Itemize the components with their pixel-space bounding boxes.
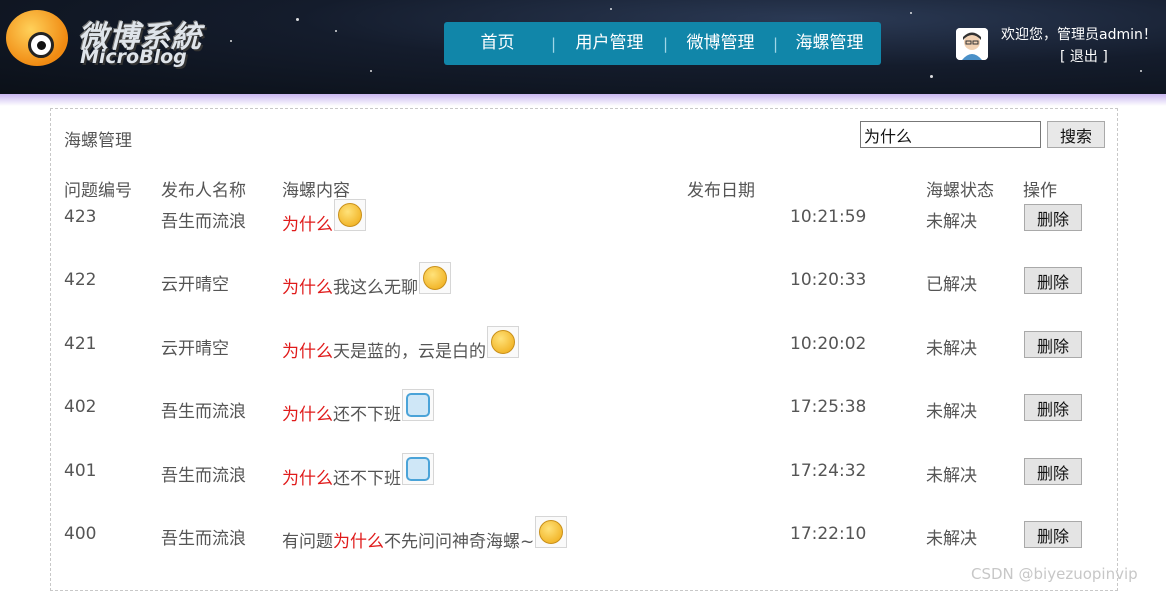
table-row: 423 吾生而流浪 为什么 10:21:59 未解决 删除 (51, 198, 1117, 262)
panel-title: 海螺管理 (64, 131, 132, 151)
nav-user-management[interactable]: 用户管理 (556, 22, 663, 65)
avatar[interactable] (956, 28, 988, 60)
content-suffix: 不先问问神奇海螺~ (384, 532, 535, 552)
publish-time: 10:20:02 (790, 334, 867, 354)
office-emoji-icon (402, 389, 434, 421)
grimace-emoji-icon (334, 199, 366, 231)
status-badge: 未解决 (926, 529, 977, 549)
status-badge: 未解决 (926, 466, 977, 486)
content-keyword-highlight: 为什么 (333, 532, 384, 552)
conch-content: 为什么 我这么无聊 (282, 262, 451, 298)
publish-time: 17:24:32 (790, 461, 867, 481)
publish-time: 17:22:10 (790, 524, 867, 544)
nav-home[interactable]: 首页 (444, 22, 551, 65)
question-id: 402 (64, 397, 97, 417)
table-row: 402 吾生而流浪 为什么 还不下班 17:25:38 未解决 删除 (51, 388, 1117, 452)
author-name: 吾生而流浪 (161, 212, 246, 232)
content-suffix: 还不下班 (333, 469, 401, 489)
publish-time: 17:25:38 (790, 397, 867, 417)
author-name: 云开晴空 (161, 339, 229, 359)
content-suffix: 天是蓝的，云是白的 (333, 342, 486, 362)
table-row: 401 吾生而流浪 为什么 还不下班 17:24:32 未解决 删除 (51, 452, 1117, 516)
table-row: 400 吾生而流浪 有问题 为什么 不先问问神奇海螺~ 17:22:10 未解决 删除 (51, 515, 1117, 579)
question-id: 401 (64, 461, 97, 481)
logout-link[interactable]: [ 退出 ] (1060, 46, 1108, 66)
sly-emoji-icon (535, 516, 568, 548)
logo-subtitle: MicroBlog (80, 46, 187, 68)
conch-content: 为什么 天是蓝的，云是白的 (282, 326, 519, 362)
office-emoji-icon (402, 453, 434, 485)
main-nav: 首页 | 用户管理 | 微博管理 | 海螺管理 (444, 22, 881, 65)
question-id: 423 (64, 207, 97, 227)
welcome-text: 欢迎您，管理员admin！ (1001, 27, 1157, 43)
logo[interactable]: 微博系統 MicroBlog (0, 0, 215, 80)
delete-button[interactable]: 删除 (1024, 394, 1082, 421)
table-row: 422 云开晴空 为什么 我这么无聊 10:20:33 已解决 删除 (51, 261, 1117, 325)
author-name: 吾生而流浪 (161, 402, 246, 422)
question-id: 400 (64, 524, 97, 544)
conch-management-panel: 海螺管理 搜索 问题编号 发布人名称 海螺内容 发布日期 海螺状态 操作 423… (50, 108, 1118, 591)
nav-conch-management[interactable]: 海螺管理 (778, 22, 881, 65)
delete-button[interactable]: 删除 (1024, 267, 1082, 294)
content-keyword-highlight: 为什么 (282, 215, 333, 235)
author-name: 吾生而流浪 (161, 529, 246, 549)
search-button[interactable]: 搜索 (1047, 121, 1105, 148)
search-input[interactable] (860, 121, 1041, 148)
logo-mascot-icon (6, 10, 68, 66)
content-keyword-highlight: 为什么 (282, 469, 333, 489)
content-keyword-highlight: 为什么 (282, 278, 333, 298)
conch-content: 为什么 还不下班 (282, 453, 434, 489)
conch-content: 为什么 (282, 199, 366, 235)
question-id: 422 (64, 270, 97, 290)
surprised-emoji-icon (419, 262, 451, 294)
publish-time: 10:20:33 (790, 270, 867, 290)
content-suffix: 我这么无聊 (333, 278, 418, 298)
author-name: 吾生而流浪 (161, 466, 246, 486)
header-banner: 微博系統 MicroBlog 首页 | 用户管理 | 微博管理 | 海螺管理 欢… (0, 0, 1166, 94)
content-suffix: 还不下班 (333, 405, 401, 425)
content-prefix: 有问题 (282, 532, 333, 552)
delete-button[interactable]: 删除 (1024, 331, 1082, 358)
conch-content: 有问题 为什么 不先问问神奇海螺~ (282, 516, 568, 552)
delete-button[interactable]: 删除 (1024, 204, 1082, 231)
status-badge: 未解决 (926, 212, 977, 232)
status-badge: 已解决 (926, 275, 977, 295)
delete-button[interactable]: 删除 (1024, 521, 1082, 548)
author-name: 云开晴空 (161, 275, 229, 295)
question-id: 421 (64, 334, 97, 354)
content-keyword-highlight: 为什么 (282, 405, 333, 425)
publish-time: 10:21:59 (790, 207, 867, 227)
nav-weibo-management[interactable]: 微博管理 (668, 22, 773, 65)
watermark-text: CSDN @biyezuopinvip (971, 565, 1138, 583)
content-keyword-highlight: 为什么 (282, 342, 333, 362)
delete-button[interactable]: 删除 (1024, 458, 1082, 485)
pondering-emoji-icon (487, 326, 519, 358)
status-badge: 未解决 (926, 339, 977, 359)
conch-content: 为什么 还不下班 (282, 389, 434, 425)
header-divider-strip (0, 94, 1166, 106)
table-row: 421 云开晴空 为什么 天是蓝的，云是白的 10:20:02 未解决 删除 (51, 325, 1117, 389)
status-badge: 未解决 (926, 402, 977, 422)
